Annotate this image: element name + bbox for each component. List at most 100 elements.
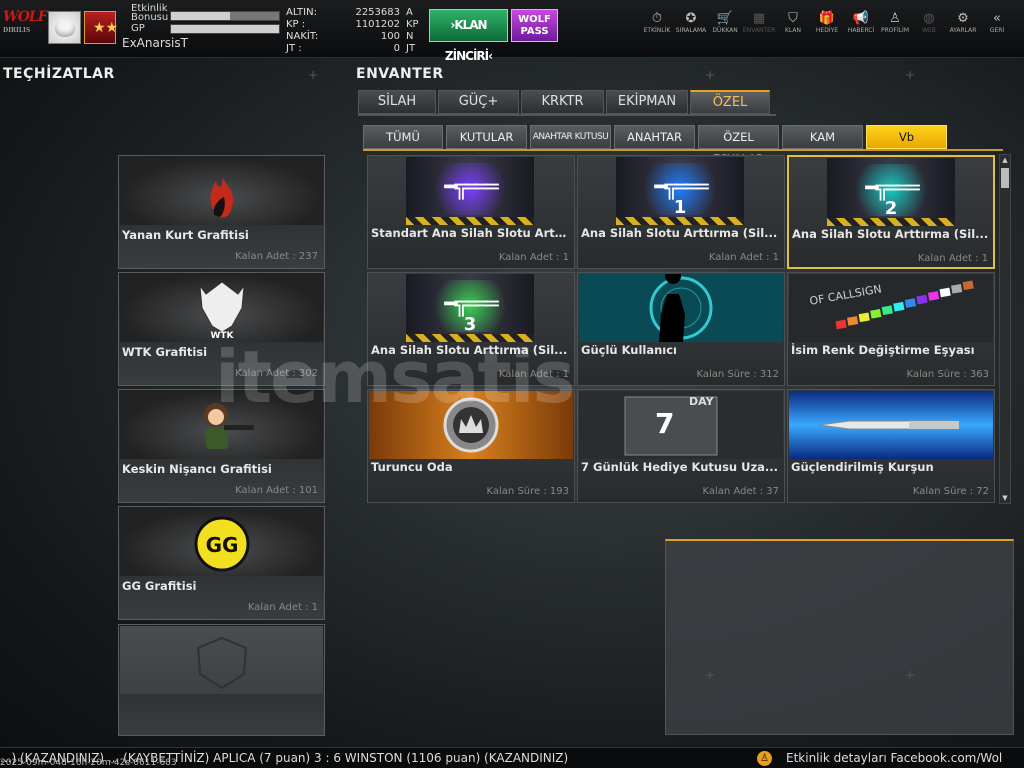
rank-badge-icon: ★★ [84,11,118,44]
svg-text:GG: GG [206,533,239,557]
equipment-name: Yanan Kurt Grafitisi [122,228,249,242]
gear-icon: ⚙ [957,11,969,26]
subtab-4[interactable]: ÖZEL EŞYALAR [698,125,779,166]
techizatlar-title: TEÇHİZATLAR [3,66,115,82]
bonus-progress-bar [170,11,280,21]
menu-megaphone[interactable]: 📢 HABERCİ [844,10,878,42]
menu-label: HABERCİ [847,27,875,34]
menu-stopwatch[interactable]: ⏱ ETKİNLİK [640,10,674,42]
plus-marker: + [308,68,319,82]
menu-label: DÜKKAN [712,27,738,34]
menu-medal[interactable]: ✪ SIRALAMA [674,10,708,42]
subtab-6[interactable]: Vb [866,125,947,149]
megaphone-icon: 📢 [852,11,870,26]
tab-0[interactable]: SİLAH [358,90,436,114]
menu-label: PROFİLİM [880,27,910,34]
currency-value: 1101202 [355,19,400,30]
menu-label: SIRALAMA [675,27,707,34]
item-name: 7 Günlük Hediye Kutusu Uza... [581,460,779,474]
inventory-item-card[interactable]: ━╦═══ Standart Ana Silah Slotu Artt... Kal… [367,155,575,269]
item-name: Ana Silah Slotu Arttırma (Sil... [792,227,989,241]
currency-key: JT : [286,43,302,54]
top-bar: WOLF DIRILIS ★★ Etkinlik Bonusu GP ExAnar… [0,0,1024,63]
username: ExAnarsisT [122,36,188,50]
watermark: itemsatis [215,335,575,419]
klan-zinciri-button[interactable]: ›KLAN ZİNCİRİ‹ [429,9,508,63]
bonus-label: Bonusu [131,12,169,23]
scroll-up-icon[interactable]: ▲ [1001,155,1009,165]
scroll-thumb[interactable] [1001,168,1009,188]
menu-cart[interactable]: 🛒 DÜKKAN [708,10,742,42]
wolf-pass-button[interactable]: WOLF PASS [511,9,558,42]
burning-wolf-icon [120,157,323,225]
weapon-slot-green-icon: ━╦═══ 3 [406,274,534,342]
day-label: DAY [689,395,715,408]
menu-back[interactable]: «GERİ [980,10,1014,42]
item-name: Güçlü Kullanıcı [581,343,678,357]
currency-row: JT : 0 JT [286,43,418,55]
tab-1[interactable]: GÜÇ+ [438,90,519,114]
menu-label: ETKİNLİK [643,27,671,34]
inventory-item-card[interactable]: Güçlendirilmiş Kurşun Kalan Süre : 72 [787,389,995,503]
equipment-count: Kalan Adet : 237 [235,251,318,262]
inventory-item-card[interactable]: Güçlü Kullanıcı Kalan Süre : 312 [577,272,785,386]
item-count: Kalan Süre : 193 [486,486,569,497]
item-count: Kalan Süre : 312 [696,369,779,380]
menu-profile[interactable]: ♙ PROFİLİM [878,10,912,42]
gift-icon: 🎁 [818,11,836,26]
avatar[interactable] [48,11,81,44]
inventory-item-card[interactable]: ━╦═══ 2 Ana Silah Slotu Arttırma (Sil... Ka… [787,155,995,269]
equipment-count: Kalan Adet : 1 [247,602,318,613]
ticker-event-text: Etkinlik detayları Facebook.com/Wol [786,751,1003,765]
subtab-5[interactable]: KAM [782,125,863,149]
currency-row: ALTIN: 2253683 A [286,7,418,19]
currency-value: 0 [393,43,400,54]
bullet-icon [789,391,993,459]
envanter-title: ENVANTER [356,66,444,82]
item-name: Ana Silah Slotu Arttırma (Sil... [581,226,778,240]
menu-globe[interactable]: ◍ WEB [912,10,946,42]
tab-2[interactable]: KRKTR [521,90,604,114]
menu-clan[interactable]: ⛉ KLAN [776,10,810,42]
subtabs-underline [363,149,1003,151]
cart-icon: 🛒 [716,11,734,26]
gp-label: GP [131,23,145,34]
globe-icon: ◍ [923,11,935,26]
item-grid-scrollbar[interactable]: ▲ ▼ [999,154,1011,504]
item-name: İsim Renk Değiştirme Eşyası [791,343,975,357]
ticker-timestamp: 2025-09m-04d-16h-20m-42s-0611-683 [0,758,177,768]
scroll-down-icon[interactable]: ▼ [1001,493,1009,503]
subtab-2[interactable]: ANAHTAR KUTUSU [530,125,611,149]
menu-label: KLAN [784,27,801,34]
tab-4[interactable]: ÖZEL [690,90,770,114]
shield-icon [196,636,248,690]
subtab-0[interactable]: TÜMÜ [363,125,443,149]
wtk-wolf-icon: WTK [120,274,323,342]
currency-unit: N [406,31,414,42]
menu-gear[interactable]: ⚙ AYARLAR [946,10,980,42]
item-detail-panel [665,539,1014,735]
weapon-slot-purple-icon: ━╦═══ [406,157,534,225]
empty-equipment-slot[interactable] [118,624,325,736]
game-logo: WOLF DIRILIS [3,9,48,34]
inventory-item-card[interactable]: OF CALLSIGN İsim Renk Değiştirme Eşyası Ka… [787,272,995,386]
menu-label: ENVANTER [742,27,776,34]
power-user-icon [579,274,783,342]
menu-gift[interactable]: 🎁 HEDİYE [810,10,844,42]
menu-label: GERİ [989,27,1005,34]
tab-3[interactable]: EKİPMAN [606,90,688,114]
currency-row: NAKİT: 100 N [286,31,418,43]
equipment-count: Kalan Adet : 101 [235,485,318,496]
equipment-card[interactable]: GG GG Grafitisi Kalan Adet : 1 [118,506,325,620]
item-count: Kalan Adet : 1 [917,253,988,264]
subtab-1[interactable]: KUTULAR [446,125,527,149]
weapon-slot-blue-icon: ━╦═══ 1 [616,157,744,225]
equipment-card[interactable]: Yanan Kurt Grafitisi Kalan Adet : 237 [118,155,325,269]
medal-icon: ✪ [685,11,697,26]
back-icon: « [993,11,1001,26]
subtab-3[interactable]: ANAHTAR [614,125,695,149]
day-number: 7 [655,407,674,440]
inventory-item-card[interactable]: ━╦═══ 1 Ana Silah Slotu Arttırma (Sil... Ka… [577,155,785,269]
menu-inventory[interactable]: ▦ ENVANTER [742,10,776,42]
inventory-item-card[interactable]: 7 DAY 7 Günlük Hediye Kutusu Uza... Kalan A… [577,389,785,503]
